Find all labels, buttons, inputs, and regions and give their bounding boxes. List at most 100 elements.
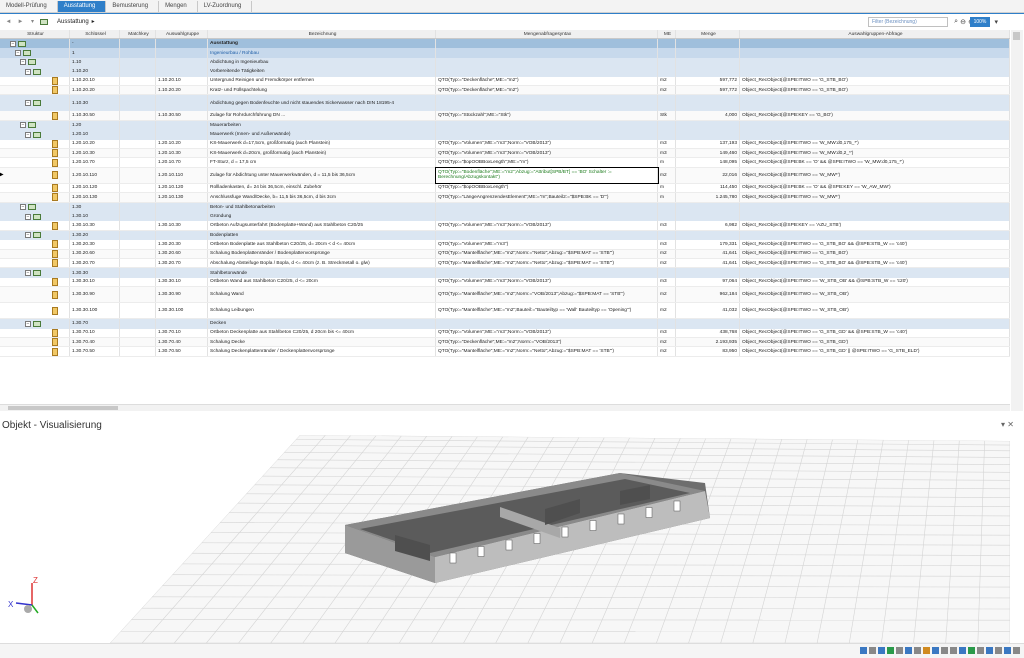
me-cell[interactable]: Stk <box>658 111 676 120</box>
viewer-tool-icon[interactable] <box>1013 647 1020 654</box>
table-row[interactable]: 1.30.20.60 1.30.20.60 Schalung Bodenplatte… <box>0 249 1010 259</box>
schluessel-cell[interactable]: 1.10.30 <box>70 95 120 112</box>
matchkey-cell[interactable] <box>120 48 156 58</box>
menge-cell[interactable]: 41,032 <box>676 303 740 319</box>
3d-scene[interactable]: Z X <box>0 433 1024 643</box>
bezeichnung-cell[interactable]: Schalung Decke <box>208 338 436 347</box>
grid-vertical-scrollbar[interactable] <box>1011 30 1023 411</box>
viewer-tool-icon[interactable] <box>896 647 903 654</box>
schluessel-cell[interactable]: 1.10 <box>70 57 120 68</box>
abfrage-cell[interactable]: Object_RecObject(@SPB:BK == 'O' && @SPB:… <box>740 158 1010 167</box>
schluessel-cell[interactable]: 1.30.20.70 <box>70 259 120 268</box>
me-cell[interactable] <box>658 48 676 58</box>
abfrage-cell[interactable] <box>740 212 1010 222</box>
abfrage-cell[interactable]: Object_RecObject(@SPB:ITWO == 'G_STB_BO'… <box>740 86 1010 95</box>
abfrage-cell[interactable] <box>740 57 1010 68</box>
abfrage-cell[interactable]: Object_RecObject(@SPB:ITWO == 'W_MW*') <box>740 193 1010 202</box>
auswahlgruppe-cell[interactable]: 1.20.10.70 <box>156 158 208 167</box>
collapse-icon[interactable]: − <box>20 59 26 66</box>
bezeichnung-cell[interactable]: Ortbeton Bodenplatte aus Stahlbeton C20/… <box>208 240 436 249</box>
abfrage-cell[interactable] <box>740 67 1010 77</box>
matchkey-cell[interactable] <box>120 183 156 193</box>
mengenabfrage-cell[interactable]: QTO(Typ:="Deckenfläche";ME:="m2") <box>436 86 658 95</box>
bezeichnung-cell[interactable]: Abdichtung gegen Bodenfeuchte und nicht … <box>208 95 436 112</box>
auswahlgruppe-cell[interactable] <box>156 202 208 212</box>
matchkey-cell[interactable] <box>120 95 156 112</box>
struktur-cell[interactable] <box>0 193 70 202</box>
abfrage-cell[interactable]: Object_RecObject(@SPB:ITWO == 'W_MW:d0,2… <box>740 149 1010 158</box>
auswahlgruppe-cell[interactable]: 1.30.10.30 <box>156 221 208 230</box>
auswahlgruppe-cell[interactable]: 1.30.70.10 <box>156 328 208 337</box>
auswahlgruppe-cell[interactable]: 1.30.30.10 <box>156 277 208 287</box>
matchkey-cell[interactable] <box>120 338 156 347</box>
schluessel-cell[interactable]: 1.30.30.90 <box>70 287 120 303</box>
mengenabfrage-cell[interactable] <box>436 120 658 131</box>
struktur-cell[interactable] <box>0 149 70 158</box>
mengenabfrage-cell[interactable]: QTO(Typ:="Volumen";ME:="m3";Norm:="VOB/2… <box>436 149 658 158</box>
schluessel-cell[interactable]: 1.10.20.20 <box>70 86 120 95</box>
me-cell[interactable] <box>658 319 676 329</box>
viewer-tool-icon[interactable] <box>932 647 939 654</box>
viewer-tool-icon[interactable] <box>950 647 957 654</box>
auswahlgruppe-cell[interactable]: 1.10.20.10 <box>156 76 208 85</box>
abfrage-cell[interactable] <box>740 230 1010 241</box>
bezeichnung-cell[interactable]: Schalung Leibungen <box>208 303 436 319</box>
step-bemusterung[interactable]: Bemusterung <box>106 0 160 12</box>
me-cell[interactable] <box>658 120 676 131</box>
struktur-cell[interactable] <box>0 139 70 148</box>
struktur-cell[interactable] <box>0 277 70 287</box>
struktur-cell[interactable]: − <box>0 95 70 112</box>
me-cell[interactable]: m2 <box>658 303 676 319</box>
mengenabfrage-cell[interactable] <box>436 212 658 222</box>
struktur-cell[interactable] <box>0 287 70 303</box>
struktur-cell[interactable] <box>0 347 70 356</box>
matchkey-cell[interactable] <box>120 120 156 131</box>
abfrage-cell[interactable]: Object_RecObject(@SPB:ITWO == 'W_STB_OB'… <box>740 287 1010 303</box>
auswahlgruppe-cell[interactable]: 1.30.70.50 <box>156 347 208 356</box>
group-row[interactable]: − 1.30.20 Bodenplatten <box>0 230 1010 241</box>
abfrage-cell[interactable] <box>740 95 1010 112</box>
viewer-tool-icon[interactable] <box>968 647 975 654</box>
bezeichnung-cell[interactable]: Rollladenkasten, d= 24 bis 36,5cm, einsc… <box>208 183 436 193</box>
mengenabfrage-cell[interactable]: QTO(Typ:="Volumen";ME:="m3") <box>436 240 658 249</box>
step-mengen[interactable]: Mengen <box>159 0 198 12</box>
matchkey-cell[interactable] <box>120 193 156 202</box>
schluessel-cell[interactable]: 1.30.30 <box>70 268 120 278</box>
me-cell[interactable]: m3 <box>658 277 676 287</box>
mengenabfrage-cell[interactable]: QTO(Typ:="LängeAngrenzendesElement";ME:=… <box>436 193 658 202</box>
collapse-icon[interactable]: − <box>25 131 31 138</box>
matchkey-cell[interactable] <box>120 139 156 148</box>
matchkey-cell[interactable] <box>120 67 156 77</box>
struktur-cell[interactable] <box>0 183 70 193</box>
mengenabfrage-cell[interactable] <box>436 202 658 212</box>
struktur-cell[interactable] <box>0 76 70 85</box>
viewer-tool-icon[interactable] <box>977 647 984 654</box>
group-row[interactable]: − 1.10 Abdichtung in Ingenieurbau <box>0 57 1010 68</box>
me-cell[interactable]: m2 <box>658 338 676 347</box>
mengenabfrage-cell[interactable]: QTO(Typ:="Mantelfläche";ME:="m2";Norm:="… <box>436 347 658 356</box>
me-cell[interactable] <box>658 95 676 112</box>
struktur-cell[interactable]: − <box>0 319 70 329</box>
matchkey-cell[interactable] <box>120 76 156 85</box>
schluessel-cell[interactable]: 1.30.30.100 <box>70 303 120 319</box>
bezeichnung-cell[interactable]: Kratz- und Füllspachtelung <box>208 86 436 95</box>
abfrage-cell[interactable]: Object_RecObject(@SPB:BK == 'O' && @SPB:… <box>740 183 1010 193</box>
table-row[interactable]: 1.10.30.50 1.10.30.50 Zulage für Rohrdurch… <box>0 111 1010 121</box>
viewer-tool-icon[interactable] <box>986 647 993 654</box>
auswahlgruppe-cell[interactable] <box>156 48 208 58</box>
bezeichnung-cell[interactable]: Ortbeton Deckenplatte aus Stahlbeton C20… <box>208 328 436 337</box>
menge-cell[interactable]: 83,950 <box>676 347 740 356</box>
me-cell[interactable] <box>658 202 676 212</box>
bezeichnung-cell[interactable]: Schalung Bodenplattenränder / Bodenplatt… <box>208 249 436 258</box>
matchkey-cell[interactable] <box>120 86 156 95</box>
col-schluessel[interactable]: Schlüssel <box>70 30 120 38</box>
col-struktur[interactable]: Struktur <box>0 30 70 38</box>
auswahlgruppe-cell[interactable]: 1.20.10.20 <box>156 139 208 148</box>
auswahlgruppe-cell[interactable]: 1.20.10.110 <box>156 167 208 183</box>
mengenabfrage-cell[interactable] <box>436 230 658 241</box>
collapse-icon[interactable]: − <box>25 232 31 239</box>
menge-cell[interactable]: 137,193 <box>676 139 740 148</box>
matchkey-cell[interactable] <box>120 240 156 249</box>
abfrage-cell[interactable]: Object_RecObject(@SPB:ITWO == 'G_STB_GD'… <box>740 347 1010 356</box>
struktur-cell[interactable]: − <box>0 67 70 77</box>
